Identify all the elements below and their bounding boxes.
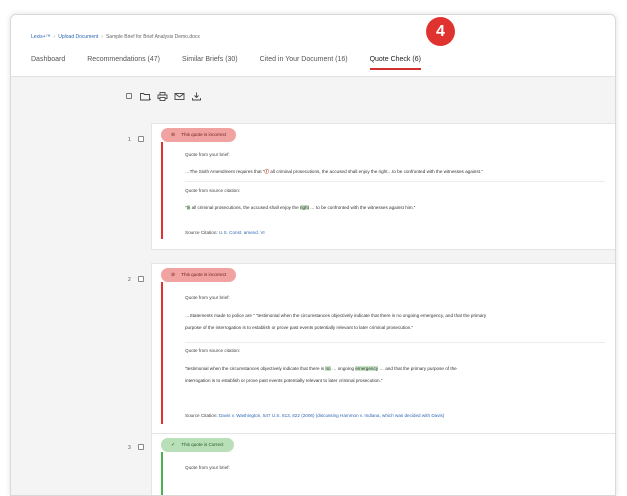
quote-status-badge: ⊘ This quote is incorrect (161, 268, 237, 282)
quote-number: 1 (128, 137, 131, 143)
print-icon[interactable] (157, 92, 168, 101)
step-number-badge: 4 (426, 17, 455, 46)
tab-cited-in-your-document[interactable]: Cited in Your Document (16) (260, 56, 348, 70)
tab-similar-briefs[interactable]: Similar Briefs (30) (182, 56, 238, 70)
source-quote-text: “In all criminal prosecutions, the accus… (185, 205, 416, 210)
quote-status-badge: ⊘ This quote is incorrect (161, 128, 237, 142)
breadcrumb-current: Sample Brief for Brief Analysis Demo.doc… (105, 34, 200, 40)
quote-number: 3 (128, 445, 131, 451)
folder-icon[interactable] (140, 92, 152, 101)
brief-quote-label: Quote from your brief: (185, 295, 230, 300)
breadcrumb: Lexis+™ › Upload Document › Sample Brief for… (31, 34, 200, 40)
difference-highlight: right (299, 205, 309, 210)
breadcrumb-upload-link[interactable]: Upload Document (58, 34, 98, 40)
quote-checkbox[interactable] (138, 136, 144, 142)
select-all-checkbox[interactable] (123, 92, 134, 101)
quote-card: ⊘ This quote is incorrect Quote from your… (151, 123, 615, 250)
tab-recommendations[interactable]: Recommendations (47) (87, 56, 160, 70)
tab-quote-check[interactable]: Quote Check (6) (369, 56, 421, 70)
quote-status-text: This quote is incorrect (181, 132, 227, 137)
quote-card: ⊘ This quote is incorrect Quote from your… (151, 263, 615, 435)
breadcrumb-separator: › (101, 34, 103, 40)
download-icon[interactable] (191, 92, 202, 101)
quote-status-text: This quote is Correct (181, 442, 224, 447)
email-icon[interactable] (174, 92, 185, 101)
tab-dashboard[interactable]: Dashboard (31, 56, 65, 70)
status-accent-bar (161, 282, 163, 424)
header: Lexis+™ › Upload Document › Sample Brief for… (11, 15, 615, 77)
tab-bar: Dashboard Recommendations (47) Similar B… (31, 56, 443, 70)
app-window: Lexis+™ › Upload Document › Sample Brief for… (10, 14, 616, 496)
source-quote-label: Quote from source citation: (185, 188, 241, 193)
screenshot-frame: Lexis+™ › Upload Document › Sample Brief for… (0, 0, 627, 496)
source-quote-label: Quote from source citation: (185, 348, 241, 353)
brief-quote-label: Quote from your brief: (185, 465, 230, 470)
quote-card: ✓ This quote is Correct Quote from your b… (151, 433, 615, 495)
brief-quote-text: …Statements made to police are “ “testim… (185, 313, 487, 330)
divider (185, 342, 605, 343)
quote-status-text: This quote is incorrect (181, 272, 227, 277)
breadcrumb-separator: › (53, 34, 56, 40)
quote-number: 2 (128, 277, 131, 283)
breadcrumb-home-link[interactable]: Lexis+™ (31, 34, 51, 40)
brief-quote-label: Quote from your brief: (185, 152, 230, 157)
divider (185, 181, 605, 182)
quote-status-badge: ✓ This quote is Correct (161, 438, 234, 452)
source-citation: Source Citation: U.S. Const. amend. VI (185, 230, 265, 235)
source-citation-link[interactable]: Davis v. Washington, 547 U.S. 813, 822 (… (219, 413, 444, 418)
checkmark-icon: ✓ (171, 442, 176, 448)
status-accent-bar (161, 142, 163, 239)
results-toolbar (123, 92, 208, 101)
quote-checkbox[interactable] (138, 276, 144, 282)
difference-highlight: emergency (355, 366, 379, 371)
source-quote-text: “testimonial when the circumstances obje… (185, 366, 457, 383)
no-entry-icon: ⊘ (171, 272, 176, 278)
brief-quote-text: …The Sixth Amendment requires that “Ⓘ al… (185, 169, 483, 174)
source-citation: Source Citation: Davis v. Washington, 54… (185, 413, 445, 418)
status-accent-bar (161, 452, 163, 495)
quote-checkbox[interactable] (138, 444, 144, 450)
source-citation-link[interactable]: U.S. Const. amend. VI (219, 230, 265, 235)
no-entry-icon: ⊘ (171, 132, 176, 138)
